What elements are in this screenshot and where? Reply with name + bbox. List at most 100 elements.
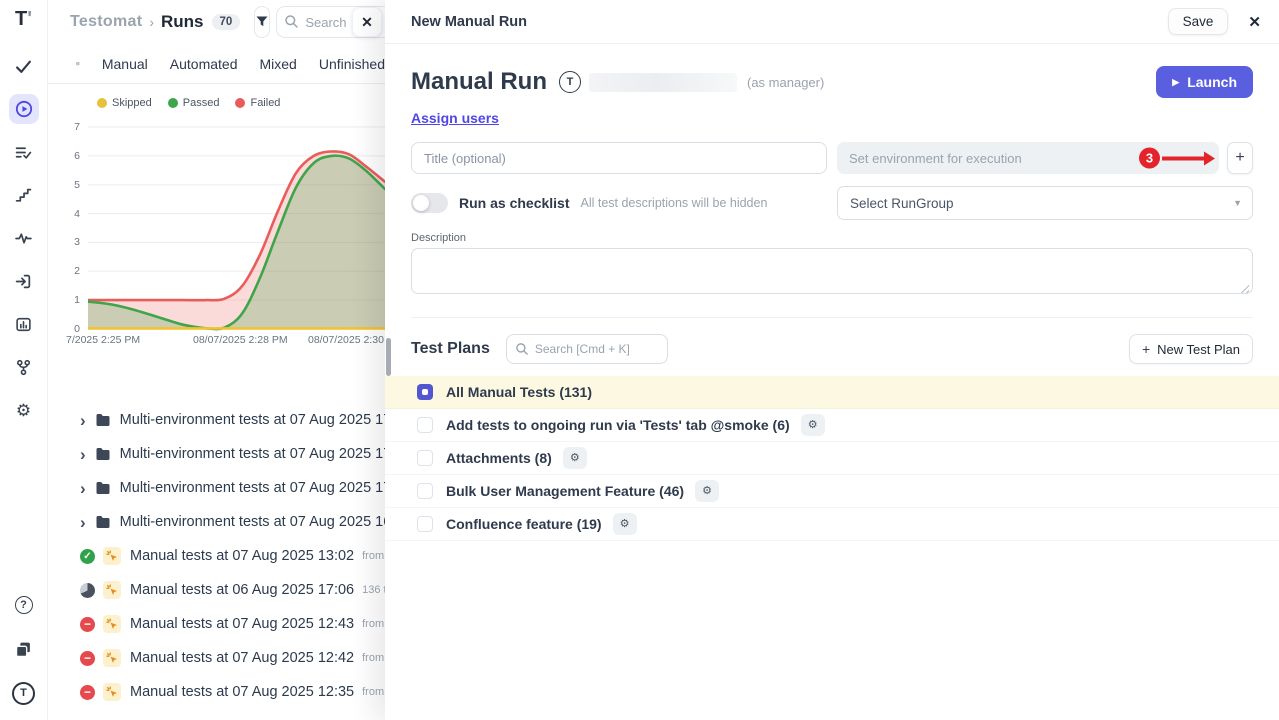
app-logo-icon[interactable]: T' bbox=[15, 8, 32, 31]
chart-legend: SkippedPassedFailed bbox=[97, 96, 385, 110]
rail-bottom: ? T bbox=[9, 590, 39, 708]
chart-plot bbox=[88, 124, 385, 331]
failed-status-icon: − bbox=[80, 685, 95, 700]
test-plan-row[interactable]: Bulk User Management Feature (46) ⚙ bbox=[385, 475, 1279, 508]
branch-icon[interactable] bbox=[9, 352, 39, 382]
plan-settings-button[interactable]: ⚙ bbox=[801, 414, 825, 436]
left-rail: T' ⚙ bbox=[0, 0, 48, 720]
y-tick-label: 6 bbox=[74, 150, 80, 162]
test-plan-list: All Manual Tests (131)Add tests to ongoi… bbox=[385, 376, 1279, 541]
run-row[interactable]: −Manual tests at 07 Aug 2025 12:42from C… bbox=[48, 641, 385, 675]
runs-tabs: Manual Automated Mixed Unfinished bbox=[48, 44, 385, 84]
help-icon[interactable]: ? bbox=[9, 590, 39, 620]
run-row[interactable]: −Manual tests at 07 Aug 2025 12:35from C… bbox=[48, 675, 385, 709]
select-all-icon[interactable] bbox=[76, 55, 80, 72]
report-chart-icon[interactable] bbox=[9, 309, 39, 339]
tab-automated[interactable]: Automated bbox=[170, 56, 238, 72]
chevron-right-icon[interactable]: › bbox=[80, 412, 86, 429]
run-as-checklist-toggle[interactable] bbox=[411, 193, 448, 213]
run-row[interactable]: ✓ Manual tests at 07 Aug 2025 13:02 from C… bbox=[48, 539, 385, 573]
redacted-username bbox=[589, 73, 737, 92]
test-plan-checkbox[interactable] bbox=[417, 483, 433, 499]
run-group-row[interactable]: ›Multi-environment tests at 07 Aug 2025 … bbox=[48, 437, 385, 471]
environment-input[interactable] bbox=[837, 142, 1219, 174]
chevron-right-icon[interactable]: › bbox=[80, 446, 86, 463]
runs-chart: SkippedPassedFailed 01234567 7/2025 2:25… bbox=[48, 84, 385, 349]
test-plan-label: Bulk User Management Feature (46) bbox=[446, 483, 684, 499]
new-test-plan-button[interactable]: + New Test Plan bbox=[1129, 334, 1253, 364]
check-icon[interactable] bbox=[9, 51, 39, 81]
test-plans-search-input[interactable] bbox=[506, 334, 668, 364]
run-row[interactable]: −Manual tests at 07 Aug 2025 12:43from C… bbox=[48, 607, 385, 641]
copy-icon[interactable] bbox=[9, 634, 39, 664]
launch-button[interactable]: ▶ Launch bbox=[1156, 66, 1253, 98]
run-title: Manual tests at 07 Aug 2025 13:02 bbox=[130, 548, 354, 564]
panel-title: New Manual Run bbox=[411, 14, 527, 30]
pulse-icon[interactable] bbox=[9, 223, 39, 253]
add-environment-button[interactable]: + bbox=[1227, 142, 1253, 174]
plus-icon: + bbox=[1142, 341, 1150, 357]
checklist-icon[interactable] bbox=[9, 137, 39, 167]
folder-icon bbox=[95, 447, 111, 461]
assign-users-link[interactable]: Assign users bbox=[411, 110, 499, 126]
import-icon[interactable] bbox=[9, 266, 39, 296]
run-group-row[interactable]: ›Multi-environment tests at 07 Aug 2025 … bbox=[48, 505, 385, 539]
owner-role: (as manager) bbox=[747, 75, 824, 90]
manual-run-icon bbox=[103, 615, 121, 633]
legend-item: Passed bbox=[168, 97, 220, 109]
run-source: from Custom bbox=[362, 618, 385, 630]
test-plan-checkbox[interactable] bbox=[417, 384, 433, 400]
search-clear-button[interactable]: ✕ bbox=[352, 7, 382, 37]
new-manual-run-panel: New Manual Run Save ✕ Manual Run T (as m… bbox=[385, 0, 1279, 720]
checklist-toggle-row: Run as checklist All test descriptions w… bbox=[411, 186, 827, 220]
plan-settings-button[interactable]: ⚙ bbox=[563, 447, 587, 469]
failed-status-icon: − bbox=[80, 651, 95, 666]
chevron-right-icon[interactable]: › bbox=[80, 480, 86, 497]
save-button[interactable]: Save bbox=[1168, 8, 1229, 35]
legend-item: Failed bbox=[235, 97, 280, 109]
gear-icon[interactable]: ⚙ bbox=[9, 395, 39, 425]
test-plan-row[interactable]: Attachments (8)⚙ bbox=[385, 442, 1279, 475]
run-title: Multi-environment tests at 07 Aug 2025 1… bbox=[120, 480, 385, 496]
tab-manual[interactable]: Manual bbox=[102, 56, 148, 72]
run-source: from Custom bbox=[362, 550, 385, 562]
test-plan-checkbox[interactable] bbox=[417, 516, 433, 532]
run-title: Manual Run bbox=[411, 68, 547, 96]
run-source: from Custom bbox=[362, 686, 385, 698]
run-title-row: Manual Run T (as manager) ▶ Launch bbox=[411, 66, 1253, 98]
run-group-row[interactable]: ›Multi-environment tests at 07 Aug 2025 … bbox=[48, 403, 385, 437]
chevron-right-icon[interactable]: › bbox=[80, 514, 86, 531]
runs-play-icon[interactable] bbox=[9, 94, 39, 124]
test-plans-heading: Test Plans bbox=[411, 340, 490, 358]
plan-settings-button[interactable]: ⚙ bbox=[695, 480, 719, 502]
passed-status-icon: ✓ bbox=[80, 549, 95, 564]
profile-logo-icon[interactable]: T bbox=[9, 678, 39, 708]
environment-cell: + 3 bbox=[837, 142, 1253, 174]
test-plan-row[interactable]: Confluence feature (19)⚙ bbox=[385, 508, 1279, 541]
title-input[interactable] bbox=[411, 142, 827, 174]
steps-icon[interactable] bbox=[9, 180, 39, 210]
user-logo-icon: T bbox=[559, 71, 581, 93]
search-icon bbox=[515, 342, 529, 356]
checklist-help: All test descriptions will be hidden bbox=[581, 196, 768, 210]
run-group-row[interactable]: › Multi-environment tests at 07 Aug 2025 … bbox=[48, 471, 385, 505]
filter-button[interactable] bbox=[254, 6, 270, 38]
test-plan-row[interactable]: Add tests to ongoing run via 'Tests' tab… bbox=[385, 409, 1279, 442]
run-row[interactable]: Manual tests at 06 Aug 2025 17:06136 tes… bbox=[48, 573, 385, 607]
close-icon[interactable]: ✕ bbox=[1248, 13, 1261, 31]
test-plans-header: Test Plans + New Test Plan bbox=[411, 334, 1253, 364]
x-tick-label: 7/2025 2:25 PM bbox=[66, 334, 140, 346]
rungroup-select[interactable]: Select RunGroup ▼ bbox=[837, 186, 1253, 220]
tab-unfinished[interactable]: Unfinished bbox=[319, 56, 385, 72]
app-root: T' ⚙ bbox=[0, 0, 1279, 720]
plan-settings-button[interactable]: ⚙ bbox=[613, 513, 637, 535]
scrollbar-thumb[interactable] bbox=[386, 338, 391, 376]
test-plan-checkbox[interactable] bbox=[417, 417, 433, 433]
test-plan-row[interactable]: All Manual Tests (131) bbox=[385, 376, 1279, 409]
description-textarea[interactable] bbox=[411, 248, 1253, 294]
manual-run-icon bbox=[103, 547, 121, 565]
breadcrumb-app[interactable]: Testomat bbox=[70, 13, 142, 31]
test-plan-checkbox[interactable] bbox=[417, 450, 433, 466]
panel-body: Manual Run T (as manager) ▶ Launch Assig… bbox=[385, 44, 1279, 541]
tab-mixed[interactable]: Mixed bbox=[259, 56, 296, 72]
